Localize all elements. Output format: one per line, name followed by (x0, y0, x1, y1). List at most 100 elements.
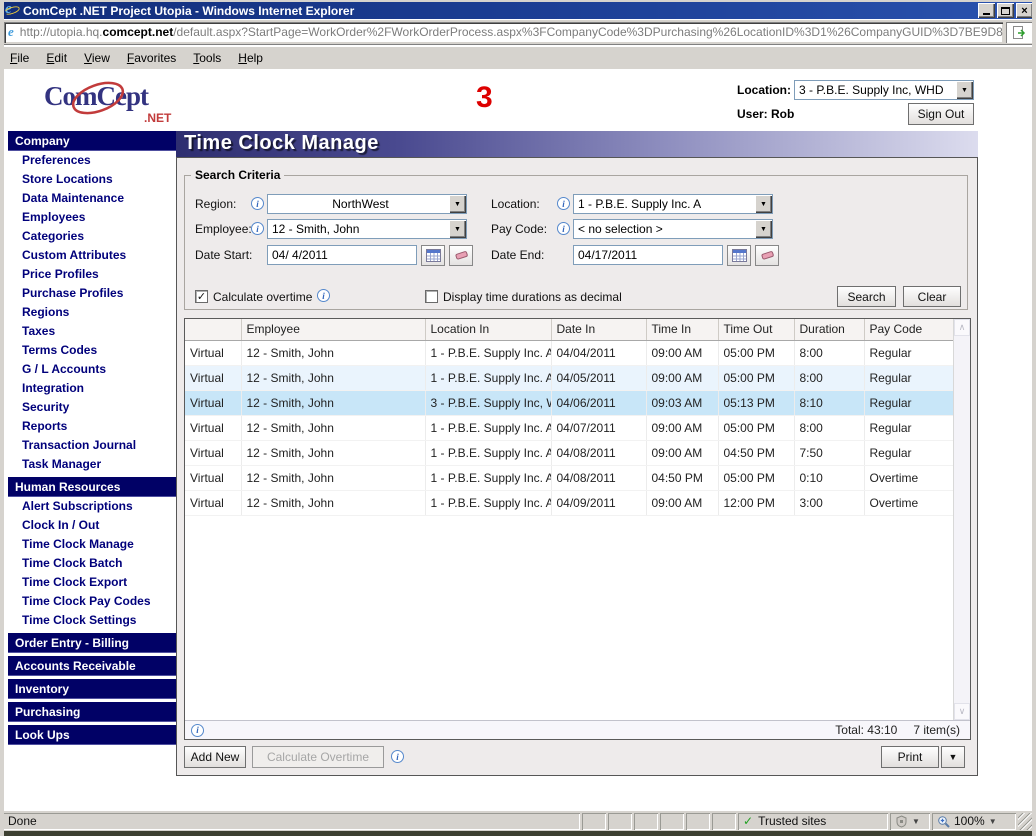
eraser-icon (760, 250, 775, 261)
search-button[interactable]: Search (837, 286, 896, 307)
cell: 8:00 (794, 365, 864, 390)
sidebar-item-employees[interactable]: Employees (8, 208, 176, 227)
column-header-pay-code[interactable]: Pay Code (864, 319, 953, 340)
print-button[interactable]: Print (881, 746, 939, 768)
table-row[interactable]: Virtual12 - Smith, John1 - P.B.E. Supply… (185, 365, 953, 390)
sidebar-item-time-clock-export[interactable]: Time Clock Export (8, 573, 176, 592)
employee-select[interactable]: 12 - Smith, John ▼ (267, 219, 467, 239)
column-header-time-in[interactable]: Time In (646, 319, 718, 340)
sidebar-item-data-maintenance[interactable]: Data Maintenance (8, 189, 176, 208)
employee-info-icon[interactable]: i (251, 222, 264, 235)
sidebar-item-clock-in-out[interactable]: Clock In / Out (8, 516, 176, 535)
sidebar-item-task-manager[interactable]: Task Manager (8, 455, 176, 474)
sidebar-item-taxes[interactable]: Taxes (8, 322, 176, 341)
resize-grip[interactable] (1018, 813, 1033, 830)
search-location-select[interactable]: 1 - P.B.E. Supply Inc. A ▼ (573, 194, 773, 214)
grid-scrollbar[interactable]: ∧ ∨ (953, 319, 970, 720)
sidebar-item-g-l-accounts[interactable]: G / L Accounts (8, 360, 176, 379)
scroll-down-icon[interactable]: ∨ (954, 703, 970, 720)
phishing-filter-segment[interactable]: ▼ (890, 813, 930, 830)
region-select[interactable]: NorthWest ▼ (267, 194, 467, 214)
sidebar-section-look-ups[interactable]: Look Ups (8, 725, 176, 745)
column-header-row-type[interactable] (185, 319, 241, 340)
table-row[interactable]: Virtual12 - Smith, John1 - P.B.E. Supply… (185, 340, 953, 365)
column-header-location-in[interactable]: Location In (425, 319, 551, 340)
sidebar-item-security[interactable]: Security (8, 398, 176, 417)
cell: 1 - P.B.E. Supply Inc. A (425, 440, 551, 465)
sidebar-item-preferences[interactable]: Preferences (8, 151, 176, 170)
menu-view[interactable]: View (84, 51, 110, 65)
column-header-duration[interactable]: Duration (794, 319, 864, 340)
sidebar-item-time-clock-pay-codes[interactable]: Time Clock Pay Codes (8, 592, 176, 611)
sidebar-item-alert-subscriptions[interactable]: Alert Subscriptions (8, 497, 176, 516)
paycode-info-icon[interactable]: i (557, 222, 570, 235)
paycode-select[interactable]: < no selection > ▼ (573, 219, 773, 239)
column-header-time-out[interactable]: Time Out (718, 319, 794, 340)
sidebar-item-regions[interactable]: Regions (8, 303, 176, 322)
sidebar-item-reports[interactable]: Reports (8, 417, 176, 436)
sign-out-button[interactable]: Sign Out (908, 103, 974, 125)
column-header-employee[interactable]: Employee (241, 319, 425, 340)
calculate-overtime-info-icon[interactable]: i (391, 750, 404, 763)
overtime-info-icon[interactable]: i (317, 289, 330, 302)
calculate-overtime-checkbox[interactable]: ✓ (195, 290, 208, 303)
menu-help[interactable]: Help (238, 51, 263, 65)
sidebar-section-company[interactable]: Company (8, 131, 176, 151)
zoom-level: 100% (954, 814, 985, 828)
sidebar-section-order-entry-billing[interactable]: Order Entry - Billing (8, 633, 176, 653)
location-select[interactable]: 3 - P.B.E. Supply Inc, WHD ▼ (794, 80, 974, 100)
region-info-icon[interactable]: i (251, 197, 264, 210)
table-row[interactable]: Virtual12 - Smith, John3 - P.B.E. Supply… (185, 390, 953, 415)
url-input[interactable]: e http://utopia.hq.comcept.net/default.a… (4, 22, 1003, 43)
sidebar-item-custom-attributes[interactable]: Custom Attributes (8, 246, 176, 265)
sidebar-item-time-clock-manage[interactable]: Time Clock Manage (8, 535, 176, 554)
add-new-button[interactable]: Add New (184, 746, 246, 768)
dateend-clear-button[interactable] (755, 245, 779, 266)
location-info-icon[interactable]: i (557, 197, 570, 210)
datestart-input[interactable]: 04/ 4/2011 (267, 245, 417, 265)
sidebar-item-terms-codes[interactable]: Terms Codes (8, 341, 176, 360)
scroll-up-icon[interactable]: ∧ (954, 319, 970, 336)
decimal-durations-checkbox[interactable] (425, 290, 438, 303)
zoom-control[interactable]: 100% ▼ (932, 813, 1016, 830)
grid-info-icon[interactable]: i (191, 724, 204, 737)
sidebar-section-inventory[interactable]: Inventory (8, 679, 176, 699)
sidebar-item-store-locations[interactable]: Store Locations (8, 170, 176, 189)
sidebar-section-purchasing[interactable]: Purchasing (8, 702, 176, 722)
table-row[interactable]: Virtual12 - Smith, John1 - P.B.E. Supply… (185, 465, 953, 490)
maximize-button[interactable] (997, 3, 1014, 18)
sidebar-item-time-clock-settings[interactable]: Time Clock Settings (8, 611, 176, 630)
calculate-overtime-button[interactable]: Calculate Overtime (252, 746, 384, 768)
menu-edit[interactable]: Edit (46, 51, 67, 65)
datestart-calendar-button[interactable] (421, 245, 445, 266)
table-row[interactable]: Virtual12 - Smith, John1 - P.B.E. Supply… (185, 440, 953, 465)
sidebar-item-time-clock-batch[interactable]: Time Clock Batch (8, 554, 176, 573)
table-row[interactable]: Virtual12 - Smith, John1 - P.B.E. Supply… (185, 415, 953, 440)
sidebar-item-price-profiles[interactable]: Price Profiles (8, 265, 176, 284)
menu-file[interactable]: File (10, 51, 29, 65)
print-dropdown-button[interactable]: ▼ (941, 746, 965, 768)
dateend-calendar-button[interactable] (727, 245, 751, 266)
sidebar-item-transaction-journal[interactable]: Transaction Journal (8, 436, 176, 455)
logo-text: ComCept (44, 81, 148, 112)
menu-favorites[interactable]: Favorites (127, 51, 176, 65)
sidebar-section-human-resources[interactable]: Human Resources (8, 477, 176, 497)
dateend-input[interactable]: 04/17/2011 (573, 245, 723, 265)
sidebar-section-accounts-receivable[interactable]: Accounts Receivable (8, 656, 176, 676)
sidebar-item-integration[interactable]: Integration (8, 379, 176, 398)
go-button[interactable] (1006, 22, 1032, 43)
table-row[interactable]: Virtual12 - Smith, John1 - P.B.E. Supply… (185, 490, 953, 515)
maximize-icon (1001, 7, 1010, 15)
clear-button[interactable]: Clear (903, 286, 961, 307)
column-header-date-in[interactable]: Date In (551, 319, 646, 340)
minimize-button[interactable] (978, 3, 995, 18)
sidebar-item-purchase-profiles[interactable]: Purchase Profiles (8, 284, 176, 303)
chevron-down-icon: ▼ (949, 752, 958, 762)
status-segment (608, 813, 632, 830)
datestart-clear-button[interactable] (449, 245, 473, 266)
sidebar-item-categories[interactable]: Categories (8, 227, 176, 246)
menu-tools[interactable]: Tools (193, 51, 221, 65)
close-button[interactable]: × (1016, 3, 1033, 18)
page-title: Time Clock Manage (176, 131, 978, 157)
cell: Virtual (185, 490, 241, 515)
